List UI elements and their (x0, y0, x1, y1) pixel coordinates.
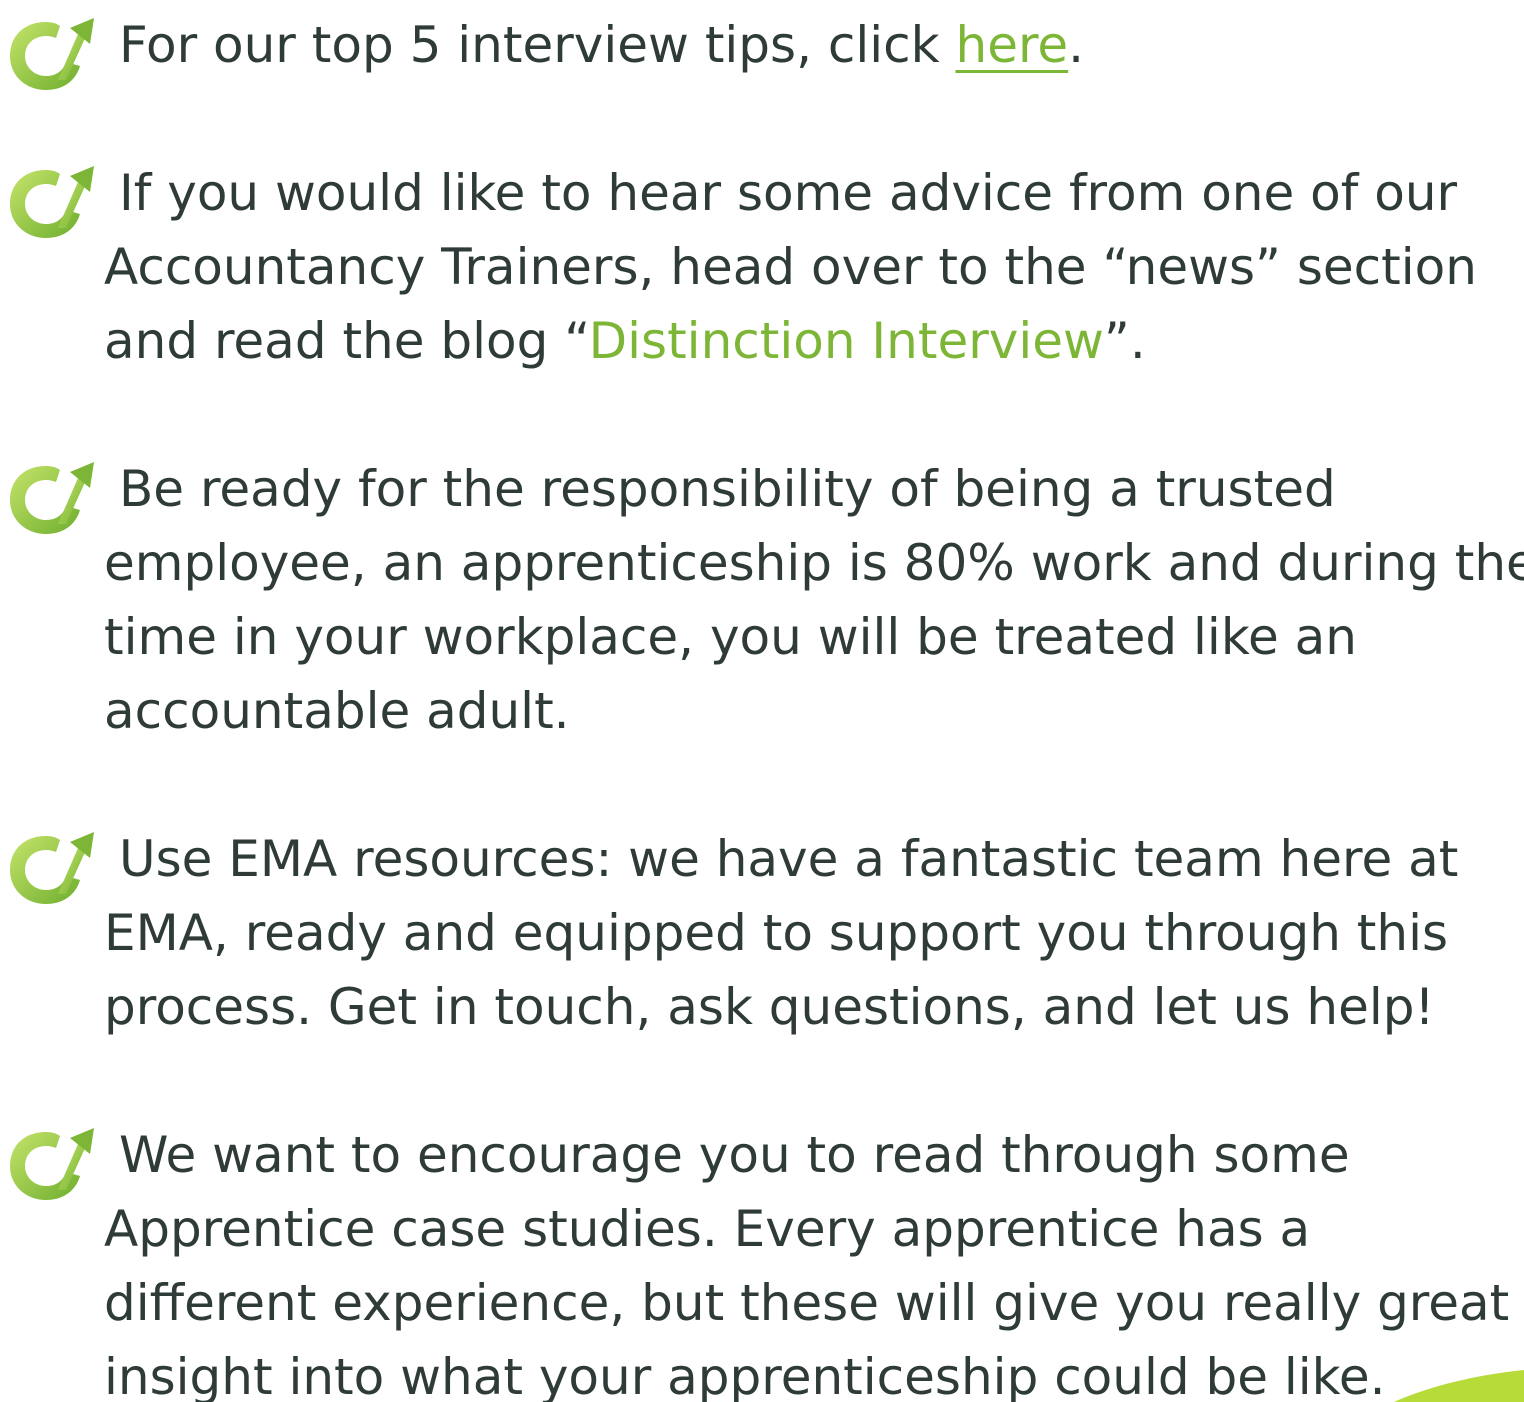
tip-line: and read the blog “Distinction Interview… (104, 304, 1519, 378)
tip-line: different experience, but these will giv… (104, 1274, 1510, 1332)
green-arrow-bullet-icon (6, 1124, 96, 1204)
interview-tips-link[interactable]: here (956, 16, 1069, 74)
tip-text: For our top 5 interview tips, click here… (104, 8, 1519, 82)
corner-swoosh-decoration (1394, 1370, 1524, 1402)
tip-line-text: . (1068, 16, 1085, 74)
distinction-interview-link[interactable]: Distinction Interview (589, 312, 1104, 370)
tip-line-text: ”. (1103, 312, 1146, 370)
tip-line: If you would like to hear some advice fr… (119, 164, 1458, 222)
tip-text: If you would like to hear some advice fr… (104, 156, 1519, 378)
tip-line-text: and read the blog “ (104, 312, 589, 370)
tip-line: process. Get in touch, ask questions, an… (104, 978, 1435, 1036)
tip-line: EMA, ready and equipped to support you t… (104, 904, 1449, 962)
tip-line: accountable adult. (104, 682, 570, 740)
tip-line: insight into what your apprenticeship co… (104, 1348, 1386, 1402)
tip-line: Use EMA resources: we have a fantastic t… (119, 830, 1459, 888)
tip-text: Be ready for the responsibility of being… (104, 452, 1524, 748)
tip-text: Use EMA resources: we have a fantastic t… (104, 822, 1519, 1044)
tip-line: We want to encourage you to read through… (119, 1126, 1350, 1184)
tip-line: Accountancy Trainers, head over to the “… (104, 238, 1477, 296)
green-arrow-bullet-icon (6, 458, 96, 538)
green-arrow-bullet-icon (6, 828, 96, 908)
green-arrow-bullet-icon (6, 14, 96, 94)
green-arrow-bullet-icon (6, 162, 96, 242)
tip-text: We want to encourage you to read through… (104, 1118, 1519, 1402)
tip-line: For our top 5 interview tips, click here… (104, 8, 1519, 82)
tip-line-text: For our top 5 interview tips, click (119, 16, 956, 74)
tip-line: Apprentice case studies. Every apprentic… (104, 1200, 1311, 1258)
tip-line: time in your workplace, you will be trea… (104, 608, 1357, 666)
tip-line: Be ready for the responsibility of being… (119, 460, 1336, 518)
tip-line: employee, an apprenticeship is 80% work … (104, 534, 1524, 592)
